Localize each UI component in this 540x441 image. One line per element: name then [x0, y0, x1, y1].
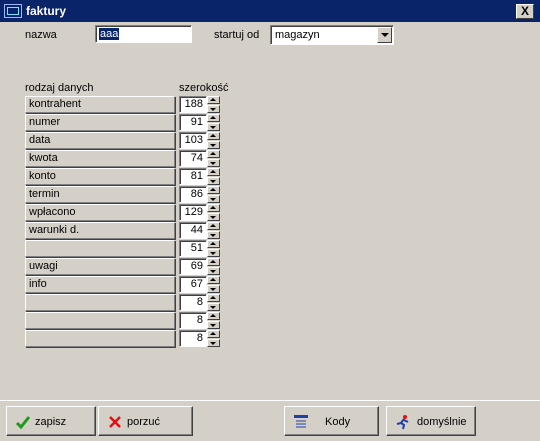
- spin-down-icon[interactable]: [207, 159, 220, 167]
- start-select[interactable]: magazyn: [270, 25, 394, 45]
- row-label[interactable]: numer: [25, 114, 175, 131]
- width-spinner[interactable]: [207, 132, 220, 149]
- spin-up-icon[interactable]: [207, 132, 220, 140]
- width-spinner[interactable]: [207, 258, 220, 275]
- cancel-button[interactable]: porzuć: [98, 406, 193, 436]
- spin-up-icon[interactable]: [207, 204, 220, 212]
- row-label[interactable]: [25, 294, 175, 311]
- row-label[interactable]: kwota: [25, 150, 175, 167]
- app-icon: [4, 4, 22, 18]
- row-label[interactable]: data: [25, 132, 175, 149]
- defaults-button-label: domyślnie: [417, 416, 467, 428]
- spin-down-icon[interactable]: [207, 267, 220, 275]
- spin-down-icon[interactable]: [207, 321, 220, 329]
- start-label: startuj od: [214, 29, 260, 41]
- close-icon: [109, 416, 121, 428]
- width-input[interactable]: 8: [179, 312, 207, 329]
- close-button[interactable]: X: [516, 4, 534, 19]
- spin-up-icon[interactable]: [207, 186, 220, 194]
- row-label[interactable]: kontrahent: [25, 96, 175, 113]
- row-label[interactable]: [25, 312, 175, 329]
- width-spinner[interactable]: [207, 222, 220, 239]
- save-button-label: zapisz: [35, 416, 67, 428]
- width-spinner[interactable]: [207, 204, 220, 221]
- width-spinner[interactable]: [207, 240, 220, 257]
- row-label[interactable]: [25, 330, 175, 347]
- checkmark-icon: [15, 416, 31, 430]
- width-spinner[interactable]: [207, 150, 220, 167]
- spin-up-icon[interactable]: [207, 240, 220, 248]
- spin-down-icon[interactable]: [207, 213, 220, 221]
- spin-up-icon[interactable]: [207, 150, 220, 158]
- spin-up-icon[interactable]: [207, 96, 220, 104]
- width-input[interactable]: 81: [179, 168, 207, 185]
- row-label[interactable]: warunki d.: [25, 222, 175, 239]
- row-label[interactable]: info: [25, 276, 175, 293]
- spin-down-icon[interactable]: [207, 195, 220, 203]
- width-input[interactable]: 8: [179, 330, 207, 347]
- divider: [0, 400, 540, 401]
- spin-up-icon[interactable]: [207, 114, 220, 122]
- running-man-icon: [396, 415, 409, 430]
- start-select-value: magazyn: [275, 29, 320, 41]
- defaults-button[interactable]: domyślnie: [386, 406, 476, 436]
- spin-up-icon[interactable]: [207, 168, 220, 176]
- spin-down-icon[interactable]: [207, 231, 220, 239]
- spin-down-icon[interactable]: [207, 249, 220, 257]
- column-header-data-type: rodzaj danych: [25, 82, 94, 94]
- width-input[interactable]: 69: [179, 258, 207, 275]
- title-bar: faktury X: [0, 0, 540, 22]
- cancel-button-label: porzuć: [127, 416, 161, 428]
- column-header-width: szerokość: [179, 82, 229, 94]
- width-spinner[interactable]: [207, 330, 220, 347]
- spin-up-icon[interactable]: [207, 312, 220, 320]
- row-label[interactable]: konto: [25, 168, 175, 185]
- spin-down-icon[interactable]: [207, 339, 220, 347]
- width-input[interactable]: 188: [179, 96, 207, 113]
- width-input[interactable]: 91: [179, 114, 207, 131]
- spin-up-icon[interactable]: [207, 330, 220, 338]
- width-input[interactable]: 51: [179, 240, 207, 257]
- row-label[interactable]: uwagi: [25, 258, 175, 275]
- spin-up-icon[interactable]: [207, 222, 220, 230]
- width-spinner[interactable]: [207, 96, 220, 113]
- width-input[interactable]: 74: [179, 150, 207, 167]
- row-label[interactable]: [25, 240, 175, 257]
- width-input[interactable]: 8: [179, 294, 207, 311]
- spin-down-icon[interactable]: [207, 285, 220, 293]
- width-input[interactable]: 129: [179, 204, 207, 221]
- width-spinner[interactable]: [207, 276, 220, 293]
- width-spinner[interactable]: [207, 294, 220, 311]
- width-spinner[interactable]: [207, 186, 220, 203]
- row-label[interactable]: wpłacono: [25, 204, 175, 221]
- name-input[interactable]: aaa: [95, 25, 192, 43]
- codes-button-label: Kody: [325, 416, 351, 428]
- name-label: nazwa: [25, 29, 57, 41]
- width-input[interactable]: 103: [179, 132, 207, 149]
- spin-down-icon[interactable]: [207, 105, 220, 113]
- width-spinner[interactable]: [207, 168, 220, 185]
- chevron-down-icon[interactable]: [377, 27, 392, 43]
- spin-up-icon[interactable]: [207, 258, 220, 266]
- spin-down-icon[interactable]: [207, 303, 220, 311]
- codes-button[interactable]: Kody: [284, 406, 379, 436]
- spin-down-icon[interactable]: [207, 177, 220, 185]
- spin-down-icon[interactable]: [207, 123, 220, 131]
- save-button[interactable]: zapisz: [6, 406, 96, 436]
- spin-up-icon[interactable]: [207, 276, 220, 284]
- row-label[interactable]: termin: [25, 186, 175, 203]
- name-input-value: aaa: [99, 28, 120, 40]
- width-input[interactable]: 86: [179, 186, 207, 203]
- width-spinner[interactable]: [207, 114, 220, 131]
- width-input[interactable]: 67: [179, 276, 207, 293]
- width-input[interactable]: 44: [179, 222, 207, 239]
- spin-down-icon[interactable]: [207, 141, 220, 149]
- width-spinner[interactable]: [207, 312, 220, 329]
- list-icon: [294, 415, 308, 428]
- spin-up-icon[interactable]: [207, 294, 220, 302]
- window-title: faktury: [26, 4, 67, 18]
